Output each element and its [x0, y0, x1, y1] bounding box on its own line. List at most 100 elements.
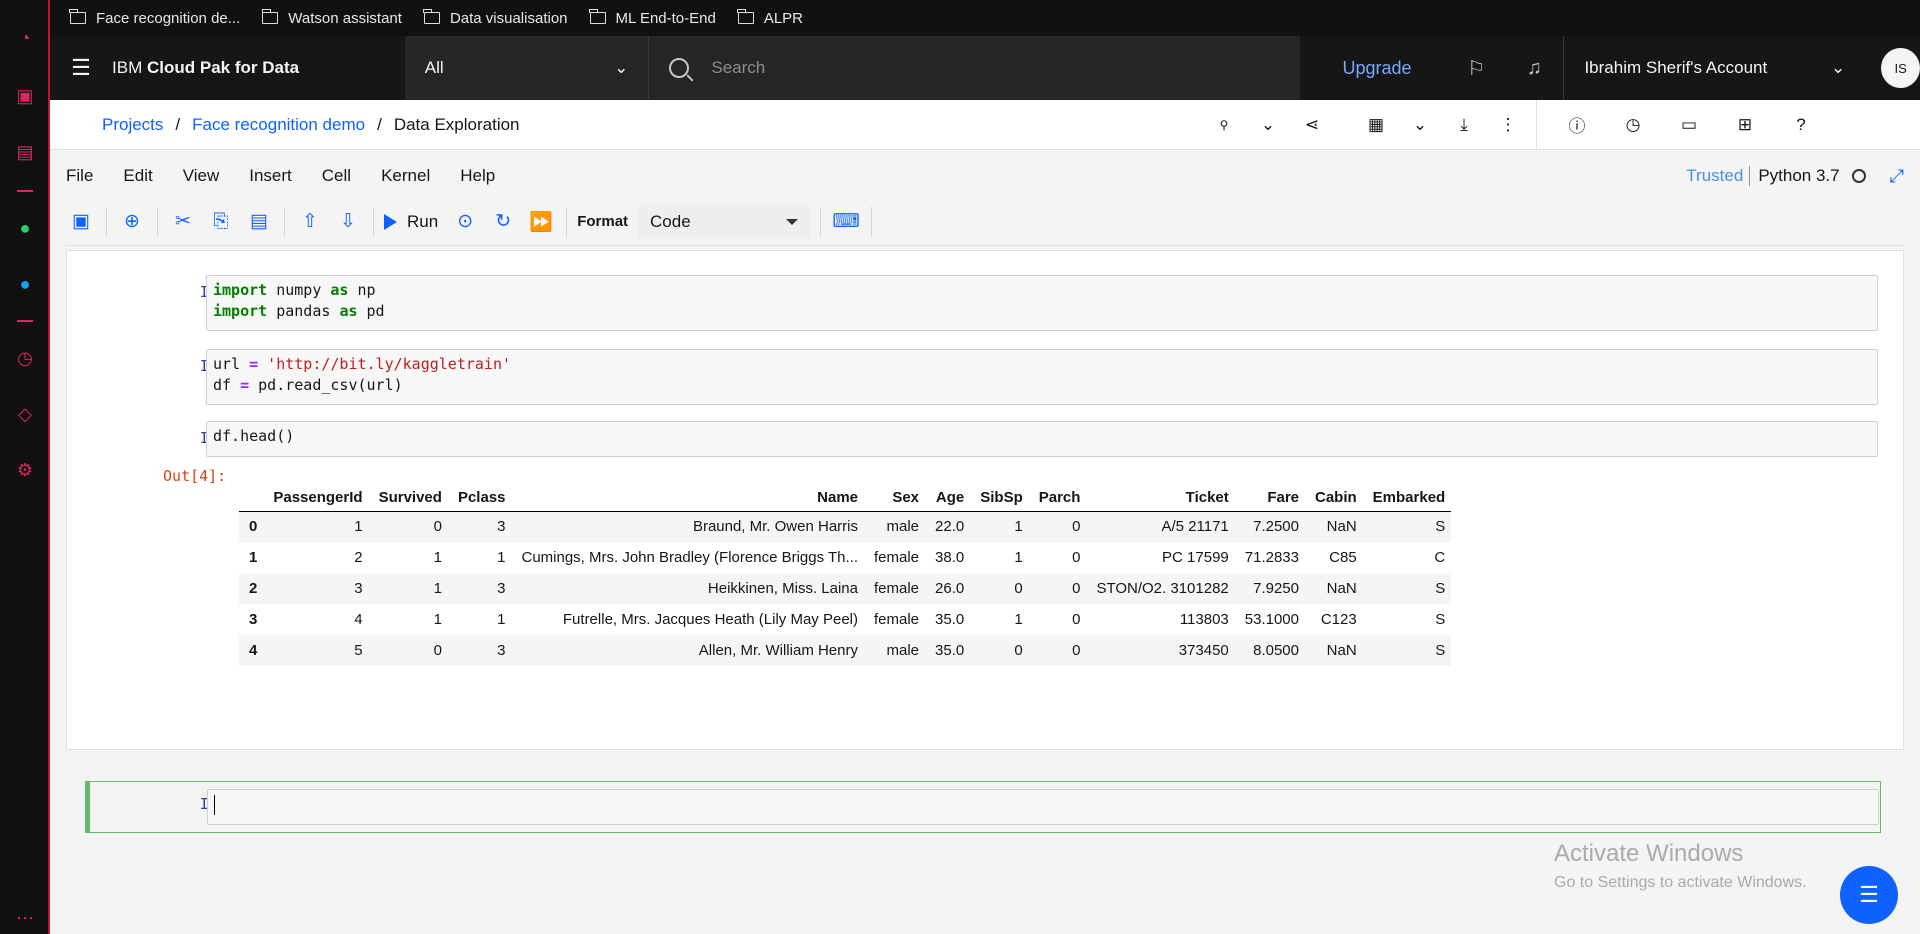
dataframe-output: PassengerId Survived Pclass Name Sex Age SibSp… [239, 485, 1452, 666]
bookmark-label: ML End-to-End [615, 9, 716, 27]
table-cell: 0 [239, 511, 264, 542]
search-input[interactable]: Search [648, 36, 1301, 100]
data-assets-icon[interactable]: ⊞ [1723, 115, 1767, 135]
column-header: Survived [368, 485, 448, 512]
caret-down-icon [786, 218, 799, 225]
overflow-menu-icon[interactable]: ⋮ [1486, 115, 1530, 135]
bookmark-folder[interactable]: Watson assistant [261, 9, 402, 27]
column-header: Embarked [1362, 485, 1452, 512]
column-header [239, 485, 264, 512]
chevron-down-icon[interactable]: ⌄ [1398, 115, 1442, 135]
cell-format-select[interactable]: Code [638, 204, 811, 239]
avatar[interactable]: IS [1881, 48, 1920, 88]
table-cell: male [864, 635, 926, 666]
trusted-indicator[interactable]: Trusted [1686, 166, 1743, 186]
code-editor[interactable]: url = 'http://bit.ly/kaggletrain' df = p… [206, 349, 1878, 405]
menu-insert[interactable]: Insert [249, 166, 292, 186]
active-cell[interactable]: In [ ]: [85, 781, 1881, 833]
table-cell: 0 [1028, 511, 1087, 542]
twitch-icon[interactable]: ▤ [13, 140, 37, 164]
run-all-icon[interactable]: ⏩ [526, 207, 556, 237]
scope-value: All [424, 58, 444, 77]
table-cell: C123 [1320, 611, 1357, 628]
history-icon[interactable]: ◷ [1611, 115, 1655, 135]
pin-icon[interactable]: ⚲ [1202, 118, 1246, 132]
table-cell: 3 [447, 573, 512, 604]
share-icon[interactable]: ⋖ [1290, 115, 1334, 135]
twitter-icon[interactable]: ● [13, 272, 37, 296]
cut-icon[interactable]: ✂ [168, 207, 198, 237]
table-body: 0 1 0 3 Braund, Mr. Owen Harris male 22.0 1 0 A/5… [239, 511, 1452, 666]
expand-icon[interactable]: ⤢ [1890, 166, 1904, 187]
breadcrumb-project[interactable]: Face recognition demo [192, 115, 365, 135]
code-editor[interactable] [207, 789, 1879, 825]
signpost-icon[interactable]: ⚐ [1447, 56, 1505, 81]
menu-kernel[interactable]: Kernel [381, 166, 430, 186]
menu-edit[interactable]: Edit [123, 166, 152, 186]
table-cell: STON/O2. 3101282 [1086, 573, 1235, 604]
table-cell: 1 [433, 611, 442, 628]
account-switcher[interactable]: Ibrahim Sherif's Account ⌄ [1563, 36, 1869, 100]
paste-icon[interactable]: ▤ [244, 207, 274, 237]
table-cell: 0 [368, 511, 448, 542]
settings-icon[interactable]: ⚙ [13, 458, 37, 482]
help-icon[interactable]: ? [1779, 115, 1823, 135]
box-icon[interactable]: ◇ [13, 402, 37, 426]
chat-support-icon[interactable]: ☰ [1840, 866, 1898, 924]
comment-icon[interactable]: ▭ [1667, 115, 1711, 135]
whatsapp-icon[interactable]: ● [13, 216, 37, 240]
notebook-menubar: File Edit View Insert Cell Kernel Help T… [66, 150, 1904, 202]
history-icon[interactable]: ◷ [13, 346, 37, 370]
download-icon[interactable]: ⤓ [1442, 115, 1486, 135]
code-editor[interactable]: df.head() [206, 421, 1878, 457]
stop-icon[interactable]: ⊙ [450, 207, 480, 237]
table-cell: 0 [368, 635, 448, 666]
table-cell: 1 [368, 573, 448, 604]
notebook-page: In [1]: import numpy as np import pandas… [66, 250, 1904, 833]
shopping-bag-icon[interactable]: ▣ [13, 84, 37, 108]
restart-icon[interactable]: ↻ [488, 207, 518, 237]
move-up-icon[interactable]: ⇧ [295, 207, 325, 237]
code-token: as [330, 281, 349, 299]
bookmark-folder[interactable]: Data visualisation [423, 9, 568, 27]
kernel-status-icon [1851, 169, 1866, 183]
bookmark-folder[interactable]: ML End-to-End [588, 9, 716, 27]
run-button[interactable]: Run [384, 212, 438, 232]
code-token: import [213, 302, 268, 320]
code-editor[interactable]: import numpy as np import pandas as pd [206, 275, 1878, 331]
more-icon[interactable]: ⋯ [13, 906, 37, 930]
upgrade-link[interactable]: Upgrade [1342, 58, 1447, 79]
kernel-name: Python 3.7 [1749, 166, 1840, 186]
notification-bell-icon[interactable]: ♫ [1505, 57, 1563, 80]
chevron-down-icon[interactable]: ⌄ [1246, 115, 1290, 135]
breadcrumb-bar: Projects / Face recognition demo / Data Ex… [50, 99, 1920, 150]
info-icon[interactable]: ⓘ [1555, 112, 1599, 137]
product-name[interactable]: IBM Cloud Pak for Data [112, 58, 405, 78]
save-icon[interactable]: ▣ [66, 207, 96, 237]
menu-cell[interactable]: Cell [322, 166, 351, 186]
breadcrumb-projects[interactable]: Projects [102, 115, 163, 135]
table-cell: 0 [1072, 549, 1081, 566]
divider [106, 206, 107, 237]
table-cell: 1 [970, 511, 1029, 542]
folder-icon [69, 9, 86, 24]
schedule-icon[interactable]: ▦ [1354, 115, 1398, 135]
table-cell: Heikkinen, Miss. Laina [511, 573, 864, 604]
speed-dial-icon[interactable]: ◔ [13, 26, 37, 50]
table-cell: 0 [1028, 573, 1087, 604]
bookmark-label: Watson assistant [288, 9, 402, 27]
bookmark-folder[interactable]: Face recognition de... [69, 9, 240, 27]
bookmark-folder[interactable]: ALPR [737, 9, 804, 27]
hamburger-menu-icon[interactable]: ☰ [50, 36, 112, 100]
menu-file[interactable]: File [66, 166, 93, 186]
folder-icon [588, 9, 606, 24]
keyboard-icon[interactable]: ⌨ [831, 207, 861, 237]
search-scope-dropdown[interactable]: All ⌄ [404, 36, 649, 100]
add-cell-icon[interactable]: ⊕ [117, 207, 147, 237]
bookmark-label: ALPR [763, 9, 804, 27]
menu-help[interactable]: Help [460, 166, 495, 186]
menu-view[interactable]: View [183, 166, 220, 186]
move-down-icon[interactable]: ⇩ [333, 207, 363, 237]
table-cell: male [864, 511, 926, 542]
copy-icon[interactable]: ⎘ [206, 207, 236, 237]
